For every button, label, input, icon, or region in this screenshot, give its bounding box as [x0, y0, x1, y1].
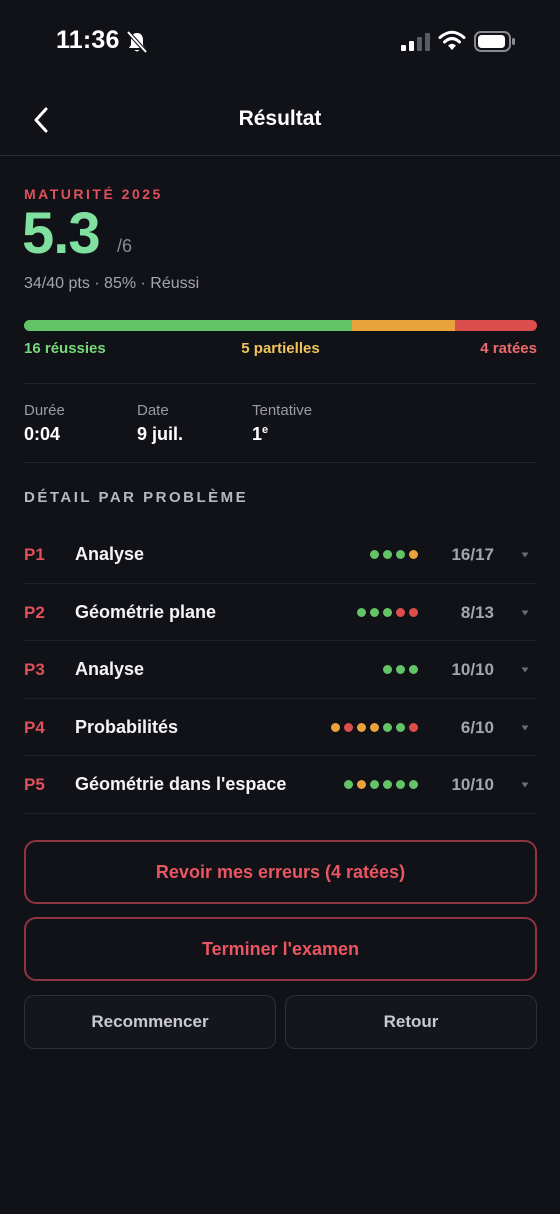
- problem-score: 16/17: [451, 545, 494, 564]
- results-breakdown-bar: [24, 320, 537, 331]
- problem-code: P1: [24, 545, 45, 564]
- problem-name: Analyse: [75, 659, 145, 680]
- problem-name: Analyse: [75, 544, 145, 564]
- finish-exam-button[interactable]: Terminer l'examen: [24, 917, 537, 981]
- question-status-dots: [370, 550, 418, 559]
- grade-max: /6: [117, 236, 133, 256]
- status-dot-green: [383, 665, 392, 675]
- failed-count-label: 4 ratées: [480, 340, 537, 357]
- chevron-down-icon: [521, 782, 529, 788]
- breakdown-labels: 16 réussies 5 partielles 4 ratées: [24, 340, 537, 360]
- status-dot-green: [383, 550, 392, 559]
- problem-code: P2: [24, 602, 45, 622]
- problem-name: Probabilités: [75, 716, 179, 737]
- restart-button[interactable]: Recommencer: [24, 995, 276, 1049]
- problem-row-p4[interactable]: P4 Probabilités 6/10: [24, 699, 537, 757]
- divider: [24, 383, 537, 384]
- battery-icon: [474, 31, 515, 52]
- attempt-suffix: e: [262, 424, 269, 436]
- status-dot-green: [370, 780, 379, 790]
- stat-date: Date 9 juil.: [137, 402, 183, 445]
- status-dot-orange: [409, 550, 418, 559]
- problem-score: 8/13: [460, 602, 494, 622]
- status-dot-orange: [357, 780, 366, 790]
- stat-value: 9 juil.: [137, 424, 184, 444]
- stat-label: Date: [137, 402, 169, 419]
- status-dot-green: [383, 607, 392, 617]
- divider: [24, 462, 537, 463]
- problem-score: 6/10: [460, 717, 494, 737]
- status-dot-green: [344, 780, 353, 790]
- stat-duration: Durée 0:04: [24, 402, 65, 445]
- problem-score: 10/10: [451, 775, 494, 795]
- status-dot-green: [396, 665, 405, 675]
- status-time: 11:36: [56, 26, 120, 54]
- question-status-dots: [383, 665, 418, 675]
- status-dot-red: [344, 722, 353, 732]
- status-dot-red: [409, 722, 418, 732]
- problem-code: P4: [24, 717, 45, 737]
- result-screen: 11:36 Résultat MATURITÉ 2025 5.3 /6 34/4…: [0, 0, 560, 1214]
- review-errors-button[interactable]: Revoir mes erreurs (4 ratées): [24, 840, 537, 904]
- chevron-down-icon: [521, 552, 529, 558]
- problem-code: P5: [24, 775, 45, 795]
- status-dot-red: [409, 607, 418, 617]
- stat-label: Durée: [24, 402, 65, 419]
- status-dot-green: [396, 780, 405, 790]
- status-dot-orange: [370, 722, 379, 732]
- stat-label: Tentative: [252, 402, 313, 419]
- bell-slash-icon: [126, 30, 148, 54]
- stat-value: 1e: [252, 424, 312, 445]
- status-dot-red: [396, 607, 405, 617]
- question-status-dots: [331, 722, 418, 732]
- section-title: DÉTAIL PAR PROBLÈME: [24, 489, 249, 506]
- status-dot-green: [357, 607, 366, 617]
- problem-row-p5[interactable]: P5 Géométrie dans l'espace 10/10: [24, 756, 537, 814]
- status-dot-green: [370, 607, 379, 617]
- result-summary: 34/40 pts · 85% · Réussi: [24, 275, 200, 292]
- problem-row-p3[interactable]: P3 Analyse 10/10: [24, 641, 537, 699]
- chevron-down-icon: [521, 725, 529, 731]
- problem-row-p1[interactable]: P1 Analyse 16/17: [24, 526, 537, 584]
- status-dot-green: [383, 780, 392, 790]
- partial-count-label: 5 partielles: [241, 340, 320, 357]
- failed-segment: [454, 320, 537, 331]
- success-segment: [24, 320, 353, 331]
- navigation-bar: Résultat: [0, 84, 560, 156]
- page-title: Résultat: [238, 107, 322, 130]
- status-dot-green: [409, 665, 418, 675]
- stat-attempt: Tentative 1e: [252, 402, 312, 445]
- problem-row-p2[interactable]: P2 Géométrie plane 8/13: [24, 584, 537, 642]
- stat-value: 0:04: [24, 424, 61, 444]
- problem-list: P1 Analyse 16/17 P2 Géométrie plane 8/13…: [24, 526, 537, 814]
- problem-name: Géométrie dans l'espace: [75, 774, 287, 795]
- partial-segment: [352, 320, 455, 331]
- cellular-signal-icon: [401, 33, 430, 51]
- status-dot-green: [409, 780, 418, 790]
- status-dot-orange: [357, 722, 366, 732]
- status-dot-green: [396, 550, 405, 559]
- status-dot-orange: [331, 722, 340, 732]
- status-bar: 11:36: [0, 0, 560, 84]
- chevron-down-icon: [521, 610, 529, 616]
- status-dot-green: [370, 550, 379, 559]
- attempt-number: 1: [252, 424, 263, 444]
- problem-code: P3: [24, 660, 45, 680]
- grade-score: 5.3: [22, 201, 101, 266]
- chevron-down-icon: [521, 667, 529, 673]
- back-button[interactable]: Retour: [285, 995, 537, 1049]
- status-dot-green: [383, 722, 392, 732]
- question-status-dots: [344, 780, 418, 790]
- problem-score: 10/10: [451, 660, 494, 680]
- wifi-icon: [438, 30, 466, 50]
- question-status-dots: [357, 607, 418, 617]
- problem-name: Géométrie plane: [75, 601, 217, 622]
- status-dot-green: [396, 722, 405, 732]
